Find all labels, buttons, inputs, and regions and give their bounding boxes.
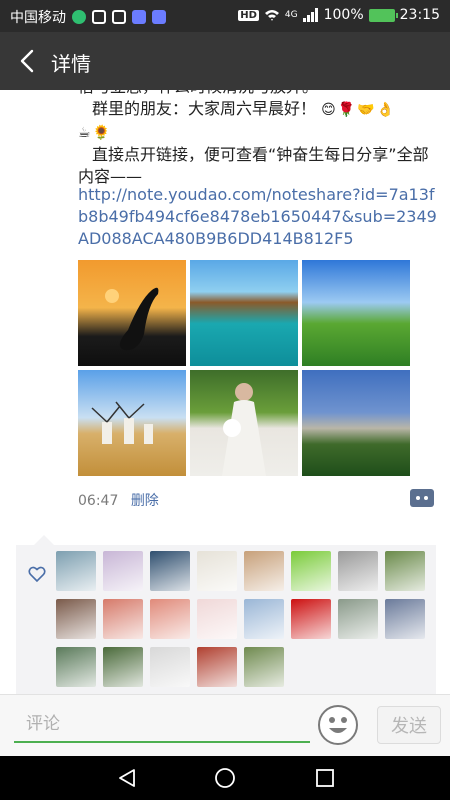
smiley-icon [329, 717, 347, 733]
signal-icon [302, 8, 318, 22]
post-line-3: 直接点开链接，便可查看“钟奋生每日分享”全部内容—— [78, 144, 438, 188]
liker-avatar[interactable] [244, 647, 284, 687]
handshake-emoji: 🤝 [357, 102, 375, 118]
baidu-app-icon [132, 10, 146, 24]
liker-avatar[interactable] [291, 599, 331, 639]
hd-icon: HD [238, 9, 259, 21]
wifi-icon [264, 10, 279, 21]
app-notification-icon [152, 10, 166, 24]
nav-recent-apps-icon[interactable] [314, 767, 336, 789]
bride-in-lace-dress-photo[interactable] [190, 370, 298, 476]
liker-avatar[interactable] [291, 551, 331, 591]
liker-avatar[interactable] [103, 647, 143, 687]
liker-avatar[interactable] [103, 551, 143, 591]
turquoise-bay-photo[interactable] [190, 260, 298, 366]
liker-avatar[interactable] [338, 599, 378, 639]
liker-avatar[interactable] [56, 551, 96, 591]
post-detail: 借与立志，什么时候清洗与放弃。 群里的朋友：大家周六早晨好！ 😊🌹🤝👌 ☕🌻 直… [0, 90, 450, 694]
liker-avatar[interactable] [385, 551, 425, 591]
post-line-emoji: ☕ 🌻 [78, 121, 438, 144]
liker-avatar[interactable] [197, 599, 237, 639]
comment-menu-button[interactable] [410, 489, 434, 507]
sunset-bird-photo[interactable] [78, 260, 186, 366]
note-link[interactable]: http://note.youdao.com/noteshare?id=7a13… [78, 184, 438, 250]
liker-avatar[interactable] [244, 599, 284, 639]
carrier-label: 中国移动 [10, 10, 66, 26]
liker-avatar[interactable] [56, 599, 96, 639]
image-grid [78, 260, 410, 476]
usb-icon [112, 10, 126, 24]
sunflower-emoji: 🌻 [92, 125, 110, 141]
post-line-2: 群里的朋友：大家周六早晨好！ 😊 🌹 🤝 👌 [78, 98, 438, 121]
liker-avatar[interactable] [150, 599, 190, 639]
likes-panel [16, 535, 436, 694]
liker-avatar[interactable] [244, 551, 284, 591]
liker-avatar[interactable] [385, 599, 425, 639]
liker-avatar[interactable] [197, 647, 237, 687]
shield-icon [72, 10, 86, 24]
system-nav-bar [0, 756, 450, 800]
notification-icon [92, 10, 106, 24]
top-app-bar: 详情 [0, 32, 450, 90]
comment-input[interactable] [14, 707, 310, 743]
delete-link[interactable]: 删除 [131, 493, 159, 509]
rose-emoji: 🌹 [337, 102, 356, 118]
liker-avatar[interactable] [338, 551, 378, 591]
post-meta: 06:47 删除 [78, 490, 159, 510]
windmills-photo[interactable] [78, 370, 186, 476]
coffee-emoji: ☕ [78, 125, 91, 141]
post-text: 借与立志，什么时候清洗与放弃。 群里的朋友：大家周六早晨好！ 😊🌹🤝👌 ☕🌻 直… [78, 90, 438, 188]
battery-percent: 100% [323, 7, 364, 23]
liker-avatar[interactable] [103, 599, 143, 639]
liker-avatar[interactable] [56, 647, 96, 687]
palace-fountain-photo[interactable] [302, 370, 410, 476]
post-line-2-text: 群里的朋友：大家周六早晨好！ [92, 99, 317, 118]
nav-back-icon[interactable] [116, 767, 138, 789]
liker-avatar[interactable] [150, 647, 190, 687]
liker-avatar[interactable] [197, 551, 237, 591]
battery-icon [368, 8, 398, 22]
send-button[interactable]: 发送 [377, 706, 441, 744]
post-time: 06:47 [78, 493, 119, 509]
back-arrow-icon[interactable] [14, 47, 42, 75]
liker-avatar[interactable] [150, 551, 190, 591]
green-hills-photo[interactable] [302, 260, 410, 366]
smile-emoji: 😊 [321, 102, 336, 118]
heart-icon [28, 566, 46, 583]
post-line-3-text: 直接点开链接，便可查看“钟奋生每日分享”全部内容—— [78, 145, 429, 186]
post-line-1: 借与立志，什么时候清洗与放弃。 [78, 90, 438, 98]
ok-hand-emoji: 👌 [376, 102, 395, 118]
page-title: 详情 [51, 52, 91, 76]
network-type-label: 4G [284, 10, 298, 20]
status-bar: 中国移动 HD 4G 100% 23:15 [0, 0, 450, 32]
emoji-button[interactable] [318, 705, 358, 745]
clock: 23:15 [399, 7, 440, 23]
nav-home-icon[interactable] [213, 766, 237, 790]
comment-bar: 发送 [0, 694, 450, 756]
